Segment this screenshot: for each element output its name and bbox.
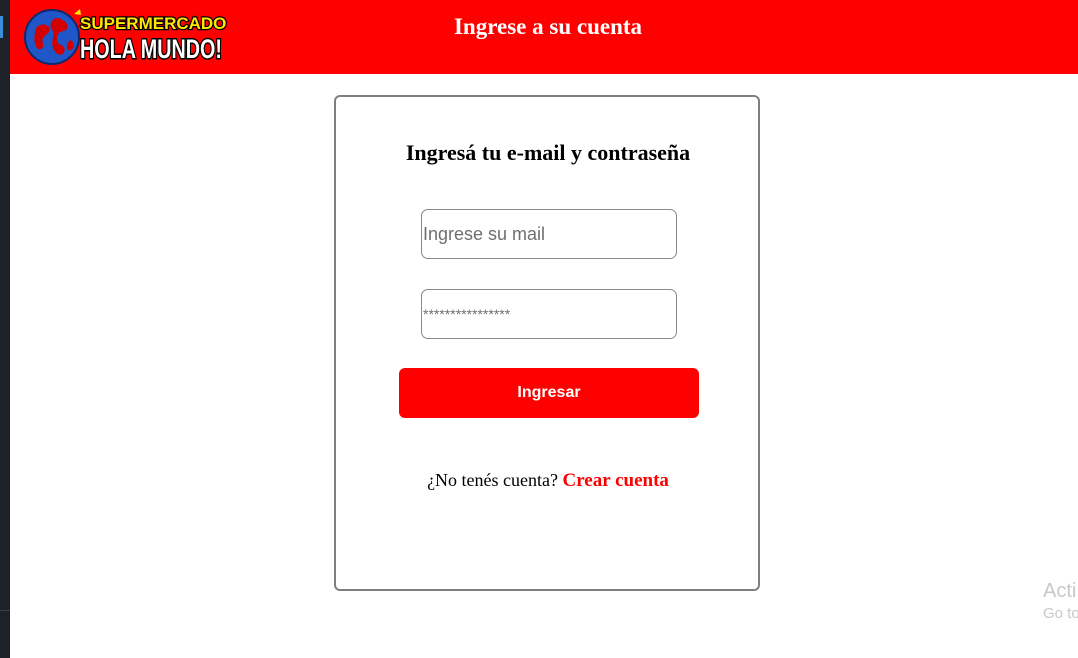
activation-watermark: Acti Go to <box>1043 580 1078 622</box>
login-card-title: Ingresá tu e-mail y contraseña <box>405 140 691 165</box>
signup-prompt: ¿No tenés cuenta? <box>427 470 558 490</box>
login-card: Ingresá tu e-mail y contraseña Ingresar … <box>334 95 760 591</box>
page-title: Ingrese a su cuenta <box>453 14 643 39</box>
password-field[interactable] <box>421 289 677 339</box>
create-account-link[interactable]: Crear cuenta <box>563 470 669 491</box>
watermark-line-2: Go to <box>1043 605 1078 622</box>
login-button[interactable]: Ingresar <box>399 368 699 418</box>
email-field[interactable] <box>421 209 677 259</box>
window-edge-accent <box>0 16 3 38</box>
signup-row: ¿No tenés cuenta? Crear cuenta <box>336 470 760 492</box>
window-edge-divider <box>0 610 10 611</box>
watermark-line-1: Acti <box>1043 580 1077 602</box>
site-header: SUPERMERCADO HOLA MUNDO! Ingrese a su cu… <box>10 0 1078 74</box>
left-window-edge <box>0 0 10 658</box>
